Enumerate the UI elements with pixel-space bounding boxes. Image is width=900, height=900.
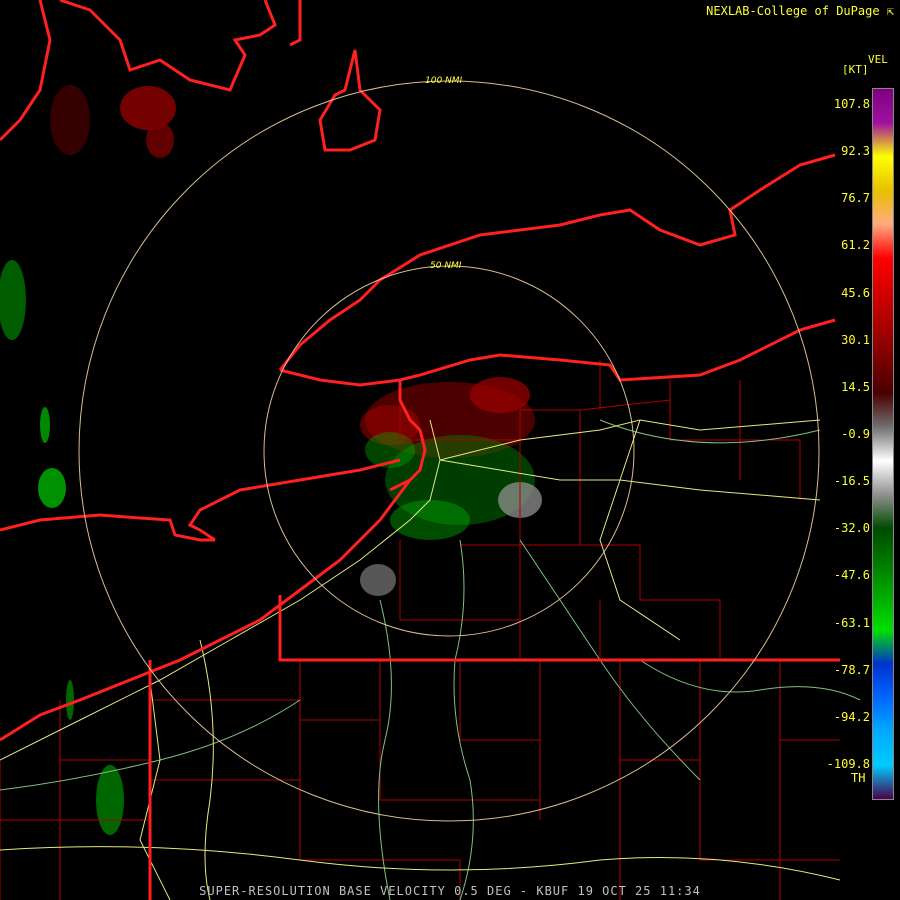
colorbar-tick-label: 30.1 <box>841 332 870 347</box>
colorbar-tick-label: 61.2 <box>841 238 870 253</box>
colorbar-tick-label: -16.5 <box>833 474 870 489</box>
colorbar-tick-label: 76.7 <box>841 191 870 206</box>
colorbar-tick-label: 107.8 <box>833 97 870 111</box>
credit-label: NEXLAB-College of DuPage ⇱ <box>706 4 894 18</box>
colorbar-tick-label: 45.6 <box>841 285 870 300</box>
legend-unit: [KT] <box>842 63 869 76</box>
product-title: SUPER-RESOLUTION BASE VELOCITY 0.5 DEG -… <box>199 884 701 898</box>
velocity-colorbar <box>872 88 894 800</box>
colorbar-tick-label: -47.6 <box>833 568 870 583</box>
colorbar-ticks: 107.8 92.3 76.7 61.2 45.6 30.1 14.5 -0.9… <box>812 88 870 800</box>
colorbar-tick-label: 14.5 <box>841 379 870 394</box>
colorbar-tick-label: -94.2 <box>833 709 870 724</box>
th-label: TH <box>851 771 866 785</box>
colorbar-tick-label: -109.8 <box>826 757 870 771</box>
colorbar-tick-label: 92.3 <box>841 144 870 159</box>
colorbar-tick-label: -78.7 <box>833 662 870 677</box>
colorbar-tick-label: -32.0 <box>833 521 870 536</box>
range-label-100: 100 NMI <box>425 76 463 86</box>
velocity-echoes <box>0 85 542 835</box>
radar-map[interactable]: 100 NMI 50 NMI <box>0 0 900 900</box>
range-label-50: 50 NMI <box>430 261 462 271</box>
legend-title: VEL <box>868 53 888 66</box>
colorbar-tick-label: -0.9 <box>841 427 870 441</box>
colorbar-tick-label: -63.1 <box>833 615 870 630</box>
